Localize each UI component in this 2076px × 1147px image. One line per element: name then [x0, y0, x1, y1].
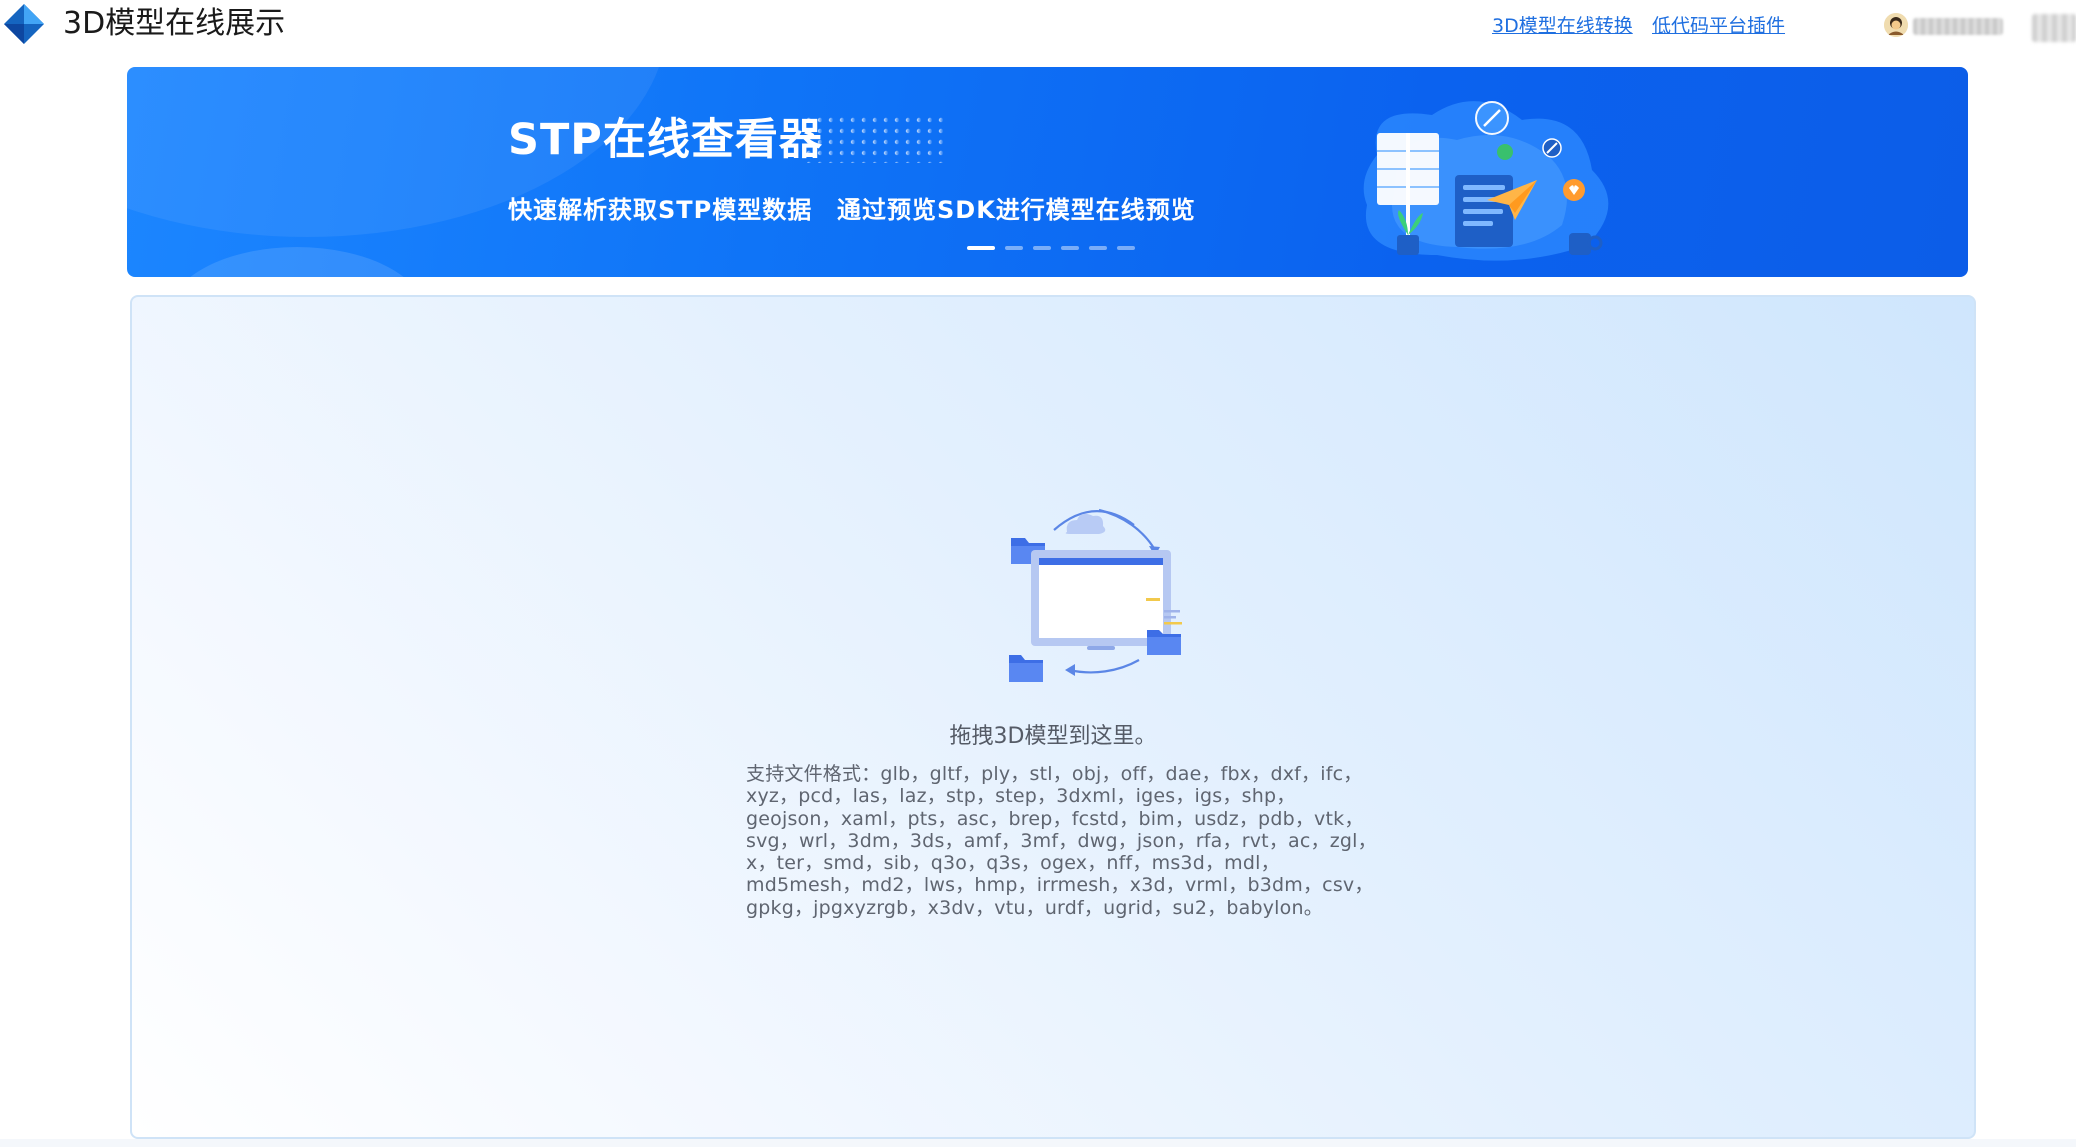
banner-decoration — [167, 247, 427, 277]
page-bottom-strip — [0, 1139, 2076, 1147]
banner-title: STP在线查看器 — [508, 115, 823, 165]
file-drop-zone[interactable]: 拖拽3D模型到这里。 支持文件格式：glb，gltf，ply，stl，obj，o… — [130, 295, 1976, 1139]
drop-instruction: 拖拽3D模型到这里。 — [949, 724, 1157, 749]
avatar-face-icon — [1884, 13, 1908, 37]
carousel-indicators — [967, 246, 1135, 252]
formats-list: glb，gltf，ply，stl，obj，off，dae，fbx，dxf，ifc… — [746, 763, 1377, 919]
banner-subtitle-preview: 通过预览SDK进行模型在线预览 — [837, 196, 1196, 224]
supported-formats-text: 支持文件格式：glb，gltf，ply，stl，obj，off，dae，fbx，… — [746, 763, 1386, 919]
banner-subtitle-parse: 快速解析获取STP模型数据 — [508, 196, 813, 224]
top-header: 3D模型在线展示 3D模型在线转换 低代码平台插件 — [0, 0, 2076, 60]
formats-prefix: 支持文件格式： — [746, 763, 881, 785]
carousel-dot[interactable] — [1089, 246, 1107, 250]
promo-banner[interactable]: STP在线查看器 快速解析获取STP模型数据 通过预览SDK进行模型在线预览 — [127, 67, 1968, 277]
username-blurred[interactable] — [1913, 18, 2003, 35]
user-avatar[interactable] — [1884, 13, 1908, 37]
nav-link-lowcode-plugin[interactable]: 低代码平台插件 — [1652, 13, 1785, 39]
carousel-dot[interactable] — [1033, 246, 1051, 250]
carousel-dot[interactable] — [967, 246, 995, 250]
carousel-dot[interactable] — [1061, 246, 1079, 250]
header-menu-blurred[interactable] — [2032, 14, 2076, 42]
carousel-dot[interactable] — [1005, 246, 1023, 250]
file-upload-illustration — [1009, 508, 1182, 682]
app-title: 3D模型在线展示 — [63, 6, 286, 41]
app-logo-icon[interactable] — [0, 0, 48, 48]
nav-link-model-convert[interactable]: 3D模型在线转换 — [1492, 13, 1633, 39]
document-viewer-illustration — [1363, 101, 1609, 261]
dot-grid-decoration — [806, 117, 946, 163]
carousel-dot[interactable] — [1117, 246, 1135, 250]
